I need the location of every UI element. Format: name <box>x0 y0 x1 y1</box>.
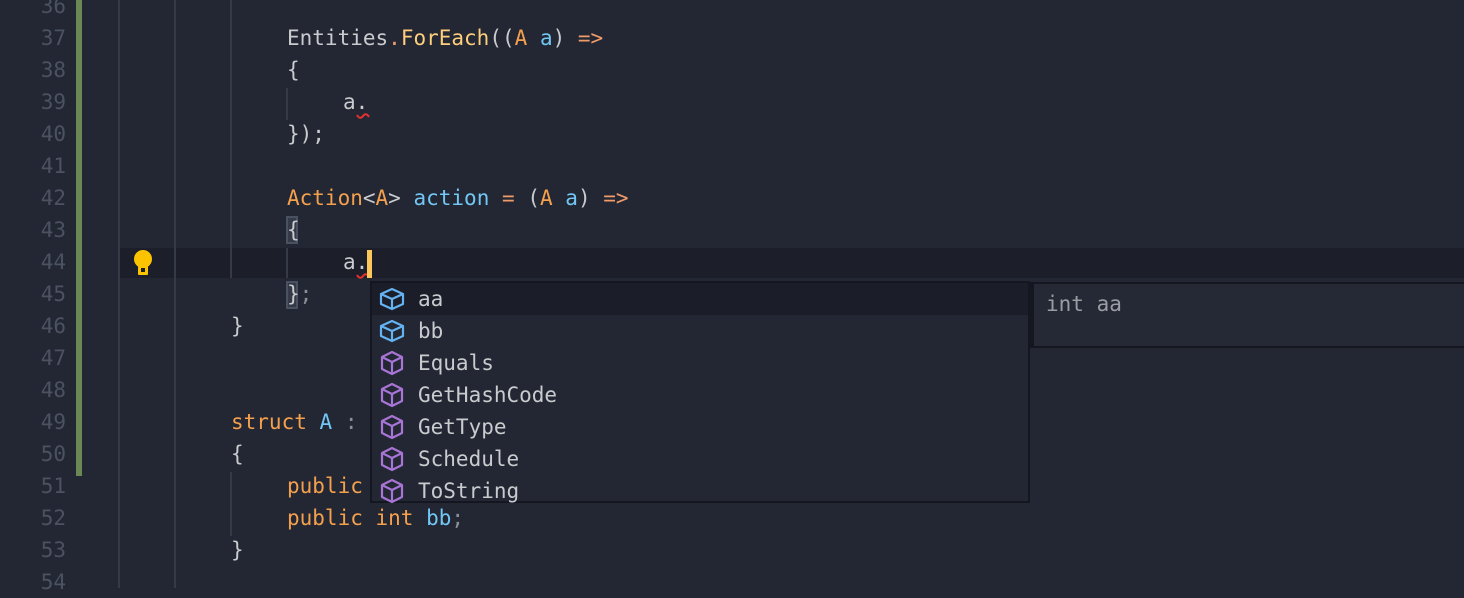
token: ; <box>451 506 465 530</box>
line-number: 51 <box>40 474 66 498</box>
code-line-49: struct A : <box>231 406 357 438</box>
token: ( <box>527 186 540 210</box>
token: => <box>577 26 604 50</box>
completion-item-equals[interactable]: Equals <box>372 347 1028 379</box>
token: } <box>287 282 300 306</box>
completion-item-bb[interactable]: bb <box>372 315 1028 347</box>
completion-item-schedule[interactable]: Schedule <box>372 443 1028 475</box>
token: ForEach <box>400 26 490 50</box>
line-number: 38 <box>40 58 66 82</box>
token: ) <box>577 186 591 210</box>
token: struct <box>231 410 307 434</box>
code-line-40: }); <box>287 122 325 146</box>
current-line-highlight <box>118 248 1464 278</box>
completion-detail-text: int aa <box>1046 292 1122 316</box>
token: A <box>514 26 528 50</box>
token: < <box>362 186 376 210</box>
code-line-43: { <box>287 218 300 242</box>
completion-list[interactable]: aa bb Equals GetHashCode GetType Schedul… <box>370 281 1030 504</box>
line-number: 49 <box>40 410 66 434</box>
line-number: 40 <box>40 122 66 146</box>
completion-item-tostring[interactable]: ToString <box>372 475 1028 507</box>
code-line-42: Action<A> action = (A a) => <box>287 182 629 214</box>
token: = <box>502 186 515 210</box>
token: : <box>344 410 358 434</box>
token: bb <box>426 506 452 530</box>
token: Action <box>287 186 363 210</box>
token: A <box>539 186 553 210</box>
line-number: 47 <box>40 346 66 370</box>
line-number: 46 <box>40 314 66 338</box>
line-number: 37 <box>40 26 66 50</box>
code-line-37: Entities.ForEach((A a) => <box>287 22 603 54</box>
token: public <box>287 474 363 498</box>
text-caret <box>367 250 372 278</box>
completion-label: Schedule <box>418 447 520 471</box>
line-number: 50 <box>40 442 66 466</box>
token: int <box>375 506 414 530</box>
method-icon <box>380 350 404 376</box>
field-icon <box>379 319 405 343</box>
line-number: 43 <box>40 218 66 242</box>
method-icon <box>380 382 404 408</box>
token: > <box>388 186 401 210</box>
token: => <box>603 186 629 210</box>
token: A <box>319 410 333 434</box>
indent-guide <box>286 248 288 278</box>
indent-guide <box>286 88 288 120</box>
line-number: 45 <box>40 282 66 306</box>
line-number: 36 <box>40 0 66 18</box>
field-icon <box>379 287 405 311</box>
indent-guide <box>118 0 120 588</box>
completion-detail-panel: int aa <box>1030 282 1464 348</box>
line-number: 48 <box>40 378 66 402</box>
error-squiggle <box>356 113 370 119</box>
token: Entities <box>287 26 389 50</box>
token: a <box>565 186 578 210</box>
completion-label: Equals <box>418 351 494 375</box>
line-number: 54 <box>40 570 66 594</box>
code-line-46: } <box>231 314 244 338</box>
code-line-45: }; <box>287 278 312 310</box>
token: action <box>413 186 490 210</box>
code-line-50: { <box>231 442 244 466</box>
completion-item-aa[interactable]: aa <box>372 283 1028 315</box>
git-change-indicator[interactable] <box>76 0 82 476</box>
indent-guide <box>174 0 176 588</box>
line-number: 41 <box>40 154 66 178</box>
token: . <box>388 26 401 50</box>
token: public <box>287 506 363 530</box>
code-line-51: public <box>287 470 363 502</box>
token: ; <box>299 282 313 306</box>
completion-label: GetType <box>418 415 507 439</box>
method-icon <box>380 446 404 472</box>
code-line-53: } <box>231 538 244 562</box>
token: A <box>375 186 389 210</box>
line-number: 52 <box>40 506 66 530</box>
token: ) <box>552 26 566 50</box>
completion-item-gethashcode[interactable]: GetHashCode <box>372 379 1028 411</box>
token: a <box>539 26 553 50</box>
indent-guide <box>230 0 232 278</box>
completion-label: ToString <box>418 479 520 503</box>
method-icon <box>380 478 404 504</box>
lightbulb-icon[interactable] <box>132 250 154 281</box>
completion-label: bb <box>418 319 444 343</box>
method-icon <box>380 414 404 440</box>
line-number: 53 <box>40 538 66 562</box>
completion-label: aa <box>418 287 444 311</box>
code-line-38: { <box>287 58 300 82</box>
indent-guide <box>230 472 232 536</box>
line-number: 39 <box>40 90 66 114</box>
line-number-current: 44 <box>40 250 66 274</box>
completion-item-gettype[interactable]: GetType <box>372 411 1028 443</box>
line-number: 42 <box>40 186 66 210</box>
completion-label: GetHashCode <box>418 383 558 407</box>
token: (( <box>489 26 515 50</box>
